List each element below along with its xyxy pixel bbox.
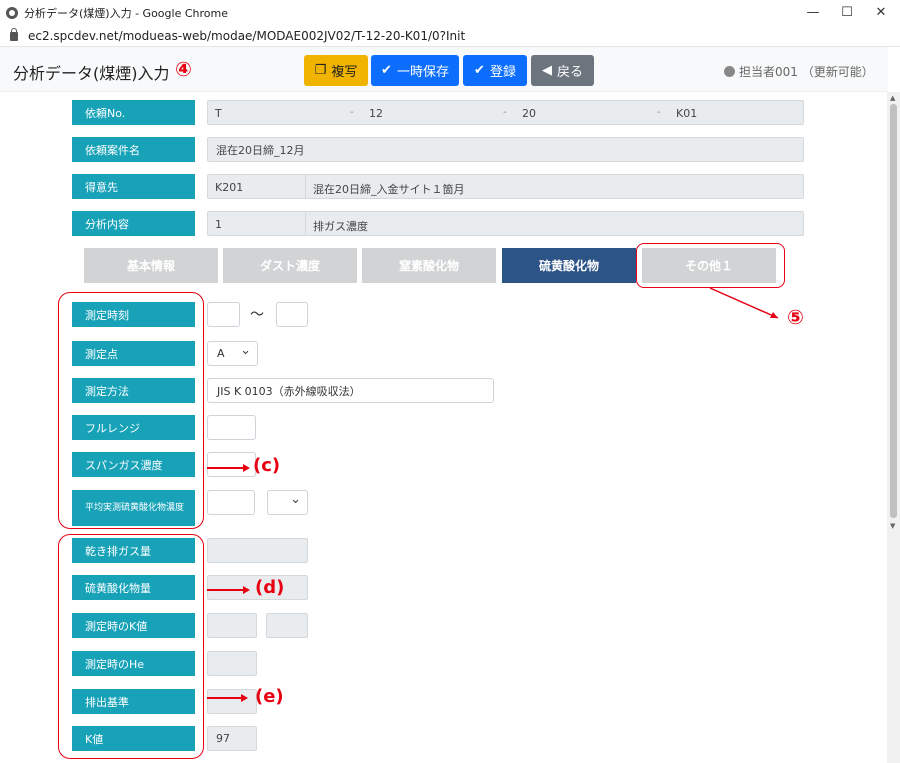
k-measured-field-2 — [266, 613, 308, 638]
user-name: 担当者001 （更新可能） — [739, 65, 874, 79]
register-button-label: 登録 — [489, 65, 516, 80]
chrome-favicon-icon — [6, 6, 18, 19]
client-field — [207, 174, 804, 199]
analysis-code: 1 — [215, 218, 222, 231]
analysis-label: 分析内容 — [72, 211, 195, 236]
time-label: 測定時刻 — [72, 302, 195, 327]
case-name-field: 混在20日締_12月 — [207, 137, 804, 162]
scroll-up-icon[interactable]: ▲ — [890, 94, 895, 102]
user-info: 担当者001 （更新可能） — [724, 63, 874, 80]
maximize-icon[interactable]: ☐ — [830, 0, 864, 25]
emission-std-label: 排出基準 — [72, 689, 195, 714]
k-measured-label: 測定時のK値 — [72, 613, 195, 638]
avg-sox-unit-select[interactable] — [267, 490, 308, 515]
back-button-label: 戻る — [556, 65, 583, 80]
tab-nox[interactable]: 窒素酸化物 — [362, 248, 496, 283]
fullrange-label: フルレンジ — [72, 415, 195, 440]
url-text: ec2.spcdev.net/modueas-web/modae/MODAE00… — [28, 28, 466, 43]
emission-std-field — [207, 689, 257, 714]
window-title: 分析データ(煤煙)入力 - Google Chrome — [24, 6, 228, 20]
request-no-part-4: K01 — [676, 107, 698, 120]
scroll-down-icon[interactable]: ▼ — [890, 522, 895, 530]
k-measured-field-1 — [207, 613, 257, 638]
fullrange-input[interactable] — [207, 415, 256, 440]
client-name: 混在20日締_入金サイト１箇月 — [313, 183, 465, 196]
annotation-arrow-d — [207, 586, 250, 593]
minimize-icon[interactable]: — — [796, 0, 830, 25]
register-button[interactable]: ✔ 登録 — [463, 55, 527, 86]
tab-dust[interactable]: ダスト濃度 — [223, 248, 357, 283]
check-icon: ✔ — [474, 63, 485, 78]
time-separator: ～ — [250, 307, 264, 323]
client-code: K201 — [215, 181, 244, 194]
annotation-d: (d) — [255, 577, 285, 598]
page-title: 分析データ(煤煙)入力 — [13, 64, 170, 83]
method-input[interactable]: JIS K 0103（赤外線吸収法） — [207, 378, 494, 403]
request-no-part-2: 12 — [369, 107, 383, 120]
span-gas-label: スパンガス濃度 — [72, 452, 195, 477]
back-arrow-icon: ◀ — [541, 63, 552, 78]
dry-gas-field — [207, 538, 308, 563]
point-label: 測定点 — [72, 341, 195, 366]
he-field — [207, 651, 257, 676]
tab-sox[interactable]: 硫黄酸化物 — [502, 248, 636, 283]
analysis-field — [207, 211, 804, 236]
close-icon[interactable]: ✕ — [864, 0, 898, 25]
analysis-name: 排ガス濃度 — [313, 220, 368, 233]
page-scrollbar[interactable]: ▲ ▼ — [887, 92, 900, 763]
user-icon — [724, 66, 735, 77]
temp-save-button-label: 一時保存 — [396, 65, 449, 80]
time-start-input[interactable] — [207, 302, 240, 327]
request-no-label: 依頼No. — [72, 100, 195, 125]
copy-button[interactable]: ❐ 複写 — [304, 55, 368, 86]
k-value-field: 97 — [207, 726, 257, 751]
request-no-sep-1: - — [350, 107, 354, 118]
annotation-c: (c) — [253, 455, 281, 476]
request-no-sep-2: - — [503, 107, 507, 118]
he-label: 測定時のHe — [72, 651, 195, 676]
app-header: 分析データ(煤煙)入力 ④ ❐ 複写 ✔ 一時保存 ✔ 登録 ◀ 戻る 担当者0… — [0, 47, 888, 92]
analysis-divider — [305, 211, 306, 236]
highlight-box-5 — [636, 243, 785, 288]
sox-amount-label: 硫黄酸化物量 — [72, 575, 195, 600]
avg-sox-input[interactable] — [207, 490, 255, 515]
annotation-5: ⑤ — [787, 305, 804, 329]
time-end-input[interactable] — [276, 302, 308, 327]
request-no-part-1: T — [215, 107, 222, 120]
scroll-thumb[interactable] — [890, 104, 897, 518]
request-no-sep-3: - — [657, 107, 661, 118]
method-label: 測定方法 — [72, 378, 195, 403]
case-name-label: 依頼案件名 — [72, 137, 195, 162]
client-divider — [305, 174, 306, 199]
copy-button-label: 複写 — [331, 65, 358, 80]
point-select[interactable]: A — [207, 341, 258, 366]
client-label: 得意先 — [72, 174, 195, 199]
temp-save-button[interactable]: ✔ 一時保存 — [371, 55, 459, 86]
lock-icon — [10, 28, 18, 41]
back-button[interactable]: ◀ 戻る — [531, 55, 594, 86]
annotation-arrow-c — [207, 464, 250, 471]
avg-sox-label: 平均実測硫黄酸化物濃度 — [72, 490, 195, 526]
annotation-e: (e) — [255, 686, 284, 707]
browser-title-bar: 分析データ(煤煙)入力 - Google Chrome — [0, 0, 900, 25]
address-bar[interactable]: ec2.spcdev.net/modueas-web/modae/MODAE00… — [0, 25, 900, 47]
annotation-4: ④ — [175, 57, 192, 81]
tab-basic-info[interactable]: 基本情報 — [84, 248, 218, 283]
k-value-label: K値 — [72, 726, 195, 751]
request-no-part-3: 20 — [522, 107, 536, 120]
annotation-arrow-5 — [709, 287, 779, 319]
check-icon: ✔ — [381, 63, 392, 78]
copy-icon: ❐ — [314, 63, 327, 78]
annotation-arrow-e — [207, 694, 248, 701]
dry-gas-label: 乾き排ガス量 — [72, 538, 195, 563]
